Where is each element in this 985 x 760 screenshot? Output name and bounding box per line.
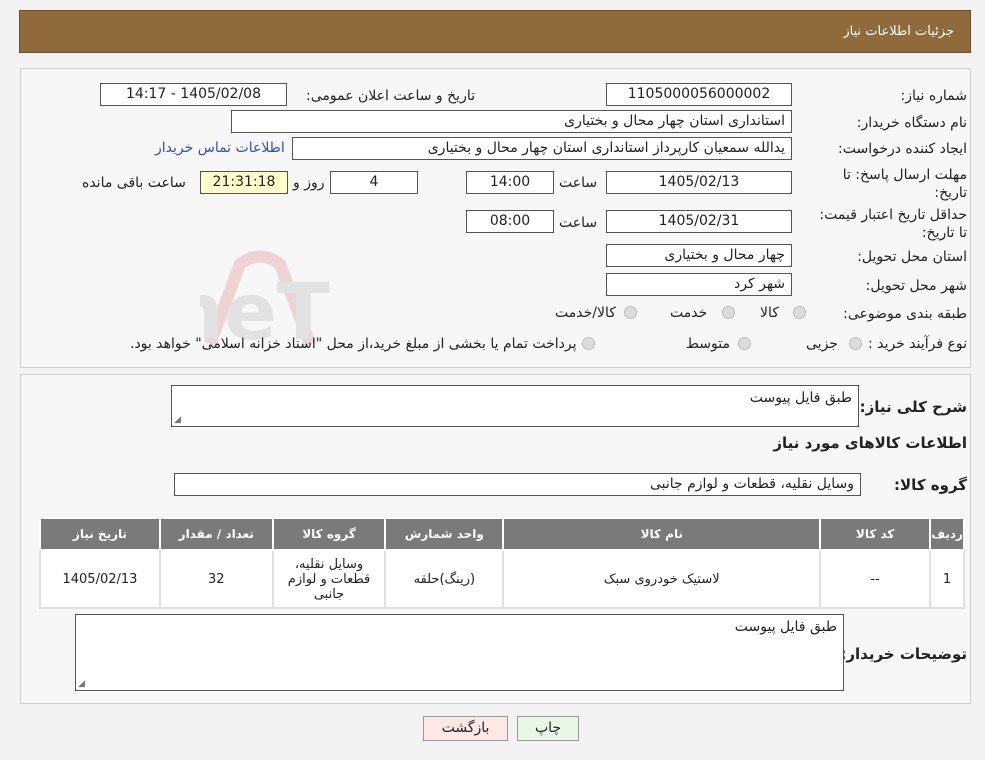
process-radio-minor[interactable] [849,337,862,350]
process-option-medium: متوسط [686,336,730,352]
validity-time-field: 08:00 [466,210,554,233]
buyer-notes-textarea[interactable]: طبق فایل پیوست ◢ [75,614,844,691]
validity-label: حداقل تاریخ اعتبار قیمت: تا تاریخ: [819,207,967,241]
items-table: ردیف کد کالا نام کالا واحد شمارش گروه کا… [39,517,965,609]
buyer-org-label: نام دستگاه خریدار: [856,115,967,131]
category-option-service: خدمت [670,305,708,321]
print-button[interactable]: چاپ [517,716,579,741]
announce-field: 1405/02/08 - 14:17 [100,83,287,106]
col-row: ردیف [929,517,965,551]
validity-time-label: ساعت [559,215,598,231]
page-header: جزئیات اطلاعات نیاز [19,10,971,53]
cell-name: لاستیک خودروی سبک [502,549,822,609]
category-option-goods: کالا [760,305,779,321]
city-field: شهر کرد [606,273,792,296]
cell-unit: (رینگ)حلقه [384,549,505,609]
category-radio-goods-service[interactable] [624,306,637,319]
deadline-time-label: ساعت [559,175,598,191]
cell-date: 1405/02/13 [39,549,161,609]
group-field: وسایل نقلیه، قطعات و لوازم جانبی [174,473,861,496]
group-label: گروه کالا: [894,476,967,494]
items-title: اطلاعات کالاهای مورد نیاز [773,434,967,452]
province-field: چهار محال و بختیاری [606,244,792,267]
buyer-notes-label: توضیحات خریدار: [840,645,967,663]
validity-date-field: 1405/02/31 [606,210,792,233]
cell-group: وسایل نقلیه، قطعات و لوازم جانبی [271,549,387,609]
resize-grip-icon[interactable]: ◢ [174,415,181,425]
col-date: تاریخ نیاز [39,517,161,551]
resize-grip-icon[interactable]: ◢ [78,679,85,689]
announce-label: تاریخ و ساعت اعلان عمومی: [306,88,475,104]
col-group: گروه کالا [271,517,387,551]
need-number-label: شماره نیاز: [900,88,968,104]
summary-value: طبق فایل پیوست [749,390,852,406]
cell-row: 1 [929,549,965,609]
process-label: نوع فرآیند خرید : [868,336,967,352]
table-row: 1 -- لاستیک خودروی سبک (رینگ)حلقه وسایل … [39,549,965,609]
process-option-minor: جزیی [806,336,838,352]
summary-label: شرح کلی نیاز: [859,398,967,416]
cell-code: -- [819,549,932,609]
remaining-label: ساعت باقی مانده [82,175,186,191]
deadline-date-field: 1405/02/13 [606,171,792,194]
process-radio-medium[interactable] [738,337,751,350]
deadline-label: مهلت ارسال پاسخ: تا تاریخ: [842,167,967,201]
creator-label: ایجاد کننده درخواست: [838,141,967,157]
col-code: کد کالا [819,517,932,551]
buyer-notes-value: طبق فایل پیوست [734,619,837,635]
province-label: استان محل تحویل: [857,249,967,265]
col-quantity: تعداد / مقدار [158,517,274,551]
days-label: روز و [293,175,325,191]
treasury-checkbox[interactable] [582,337,595,350]
days-field: 4 [330,171,418,194]
creator-field: یدالله سمعیان کارپرداز استانداری استان چ… [292,137,792,160]
need-number-field: 1105000056000002 [606,83,792,106]
category-radio-goods[interactable] [793,306,806,319]
city-label: شهر محل تحویل: [865,278,967,294]
back-button[interactable]: بازگشت [423,716,508,741]
deadline-time-field: 14:00 [466,171,554,194]
page-title: جزئیات اطلاعات نیاز [843,24,954,39]
process-note: پرداخت تمام یا بخشی از مبلغ خرید،از محل … [130,336,577,352]
buyer-org-field: استانداری استان چهار محال و بختیاری [231,110,792,133]
category-option-goods-service: کالا/خدمت [555,305,616,321]
category-label: طبقه بندی موضوعی: [843,306,967,322]
cell-quantity: 32 [158,549,274,609]
col-name: نام کالا [502,517,822,551]
category-radio-service[interactable] [722,306,735,319]
remaining-time-field: 21:31:18 [200,171,288,194]
items-table-header: ردیف کد کالا نام کالا واحد شمارش گروه کا… [39,517,965,551]
buyer-contact-link[interactable]: اطلاعات تماس خریدار [155,140,285,156]
col-unit: واحد شمارش [384,517,505,551]
summary-textarea[interactable]: طبق فایل پیوست ◢ [171,385,859,427]
